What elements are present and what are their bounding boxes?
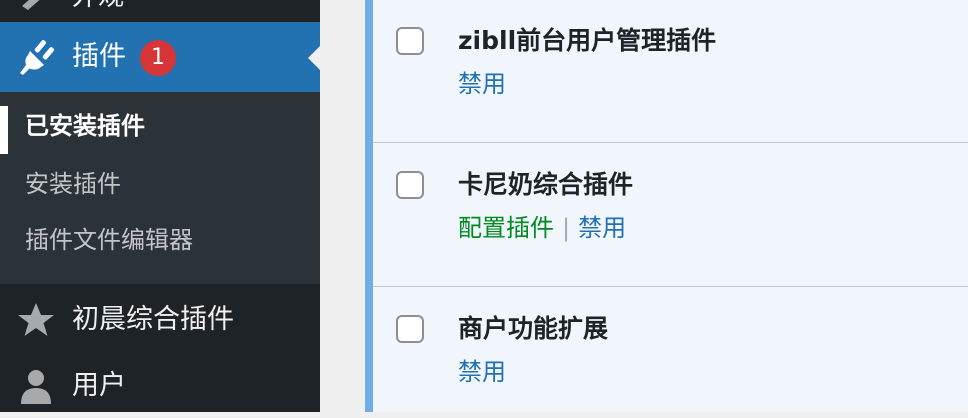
submenu-item-label: 安装插件 bbox=[25, 170, 121, 198]
plugin-name: zibll前台用户管理插件 bbox=[458, 26, 717, 55]
sidebar-item-appearance[interactable]: 外观 bbox=[0, 0, 320, 20]
active-plugin-indicator bbox=[365, 0, 373, 412]
sidebar-item-plugins[interactable]: 插件 1 bbox=[0, 22, 320, 92]
update-count-badge: 1 bbox=[140, 40, 176, 76]
submenu-item-plugin-editor[interactable]: 插件文件编辑器 bbox=[0, 214, 320, 266]
plugins-submenu: 已安装插件 安装插件 插件文件编辑器 bbox=[0, 92, 320, 284]
plugin-select-checkbox[interactable] bbox=[396, 27, 424, 55]
plugin-select-checkbox[interactable] bbox=[396, 315, 424, 343]
user-icon bbox=[16, 366, 56, 406]
plugin-name: 商户功能扩展 bbox=[458, 314, 609, 343]
plugin-plug-icon bbox=[18, 37, 58, 77]
current-indicator bbox=[0, 106, 8, 154]
deactivate-link[interactable]: 禁用 bbox=[458, 358, 506, 386]
plugin-row-actions: 配置插件 | 禁用 bbox=[458, 210, 626, 246]
current-menu-arrow bbox=[308, 46, 320, 70]
sidebar-item-label: 用户 bbox=[72, 370, 126, 401]
plugin-name: 卡尼奶综合插件 bbox=[458, 170, 634, 199]
sidebar-item-label: 初晨综合插件 bbox=[72, 304, 234, 335]
deactivate-link[interactable]: 禁用 bbox=[578, 214, 626, 242]
plugin-row: 商户功能扩展 禁用 bbox=[373, 288, 968, 412]
star-icon bbox=[16, 300, 56, 340]
action-separator: | bbox=[562, 214, 571, 242]
deactivate-link[interactable]: 禁用 bbox=[458, 70, 506, 98]
plugin-row: zibll前台用户管理插件 禁用 bbox=[373, 0, 968, 143]
plugin-row-actions: 禁用 bbox=[458, 66, 506, 102]
admin-sidebar: 外观 插件 1 已安装插件 安装插件 插件文件编辑器 bbox=[0, 0, 320, 412]
sidebar-item-label: 插件 bbox=[72, 41, 126, 72]
plugin-row: 卡尼奶综合插件 配置插件 | 禁用 bbox=[373, 144, 968, 287]
submenu-item-label: 已安装插件 bbox=[25, 112, 145, 140]
submenu-item-installed-plugins[interactable]: 已安装插件 bbox=[0, 100, 320, 154]
submenu-item-label: 插件文件编辑器 bbox=[25, 226, 193, 254]
plugin-row-actions: 禁用 bbox=[458, 354, 506, 390]
sidebar-item-label: 外观 bbox=[72, 0, 124, 14]
plugin-select-checkbox[interactable] bbox=[396, 171, 424, 199]
paintbrush-icon bbox=[18, 0, 52, 10]
configure-plugin-link[interactable]: 配置插件 bbox=[458, 214, 554, 242]
sidebar-item-chuchen-plugin[interactable]: 初晨综合插件 bbox=[0, 286, 320, 352]
sidebar-item-users[interactable]: 用户 bbox=[0, 352, 320, 418]
submenu-item-add-plugins[interactable]: 安装插件 bbox=[0, 158, 320, 210]
plugins-main-content: zibll前台用户管理插件 禁用 卡尼奶综合插件 配置插件 | 禁用 商户功能扩展 … bbox=[320, 0, 968, 412]
